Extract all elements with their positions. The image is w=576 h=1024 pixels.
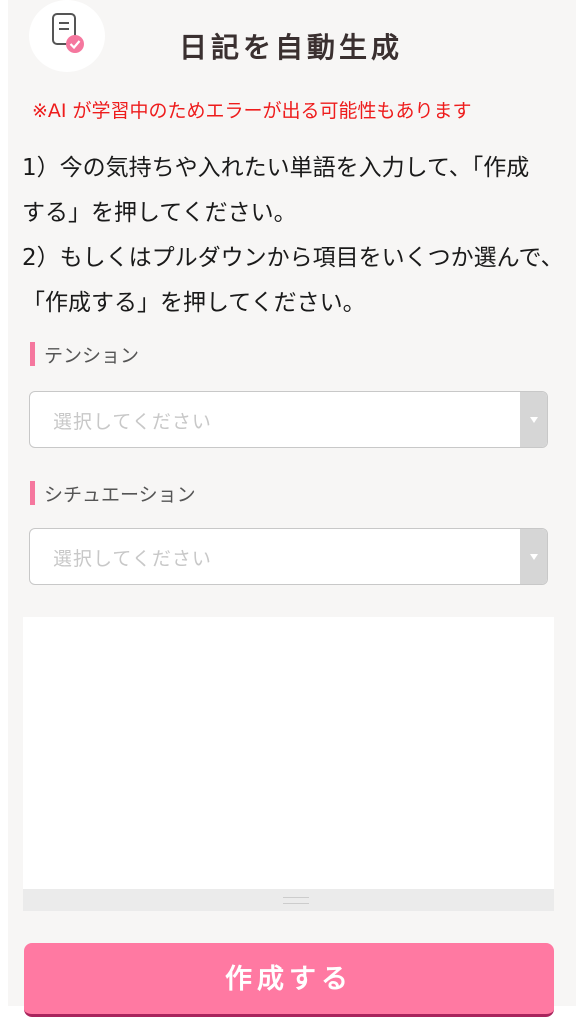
- instructions: 1）今の気持ちや入れたい単語を入力して、「作成 する」を押してください。 2）も…: [22, 146, 576, 326]
- instruction-line-3: 2）もしくはプルダウンから項目をいくつか選んで、: [22, 245, 564, 271]
- instruction-line-2: する」を押してください。: [22, 200, 297, 226]
- create-button[interactable]: 作成する: [24, 943, 554, 1017]
- page: 日記を自動生成 ※AI が学習中のためエラーが出る可能性もあります 1）今の気持…: [0, 0, 576, 1024]
- situation-dropdown-arrow[interactable]: [520, 529, 547, 584]
- tension-select[interactable]: 選択してください: [29, 391, 548, 448]
- tension-select-placeholder: 選択してください: [53, 411, 212, 433]
- caret-down-icon: [530, 554, 538, 560]
- instruction-line-1: 1）今の気持ちや入れたい単語を入力して、「作成: [22, 155, 530, 181]
- grip-lines-icon: [283, 897, 309, 904]
- tension-dropdown-arrow[interactable]: [520, 392, 547, 447]
- situation-select[interactable]: 選択してください: [29, 528, 548, 585]
- ai-warning-text: ※AI が学習中のためエラーが出る可能性もあります: [32, 100, 472, 122]
- diary-text-input[interactable]: [23, 617, 554, 889]
- label-accent-bar: [30, 481, 35, 505]
- label-accent-bar: [30, 342, 35, 366]
- caret-down-icon: [530, 417, 538, 423]
- tension-label: テンション: [30, 342, 140, 367]
- page-title: 日記を自動生成: [178, 31, 403, 64]
- situation-label-text: シチュエーション: [44, 483, 196, 506]
- situation-label: シチュエーション: [30, 481, 196, 506]
- textarea-resize-handle[interactable]: [23, 889, 554, 911]
- tension-label-text: テンション: [44, 344, 140, 367]
- situation-select-placeholder: 選択してください: [53, 548, 212, 570]
- instruction-line-4: 「作成する」を押してください。: [22, 290, 366, 316]
